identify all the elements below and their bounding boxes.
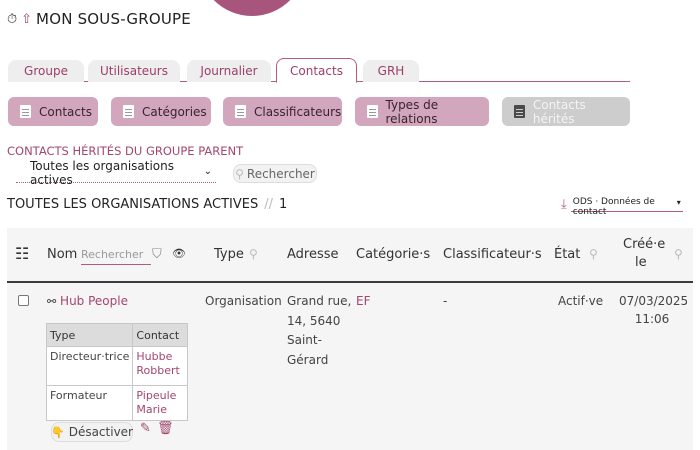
delete-trash-icon[interactable]: 🗑 [157, 421, 174, 436]
document-icon [367, 105, 378, 118]
relation-type: Formateur [45, 385, 134, 421]
name-search-input[interactable]: Rechercher [81, 246, 151, 265]
subtab-label: Contacts hérités [532, 97, 586, 126]
address-line: 14, 5640 [287, 313, 341, 328]
column-categories[interactable]: Catégorie·s [356, 247, 430, 262]
header-decoration [198, 0, 306, 16]
classifier-value: - [443, 294, 448, 308]
search-icon[interactable]: ⚲ [589, 247, 598, 261]
document-icon [123, 105, 134, 118]
title-row: ⏱ ⇧ MON SOUS-GROUPE [7, 10, 191, 28]
column-nom[interactable]: Nom [47, 247, 77, 262]
tab-grh[interactable]: GRH [363, 60, 419, 82]
subtab-types-relations[interactable]: Types de relations [355, 97, 489, 126]
column-cree-label: Créé·e [623, 237, 666, 252]
hand-pointer-icon: 👇 [51, 425, 65, 439]
contact-line: Pipeule Marie [136, 389, 177, 416]
download-icon[interactable]: ⤓ [561, 197, 567, 212]
search-icon[interactable]: ⚲ [674, 247, 683, 261]
organization-select[interactable]: Toutes les organisations actives ⌄ [16, 159, 216, 187]
subtab-label: Contacts [39, 104, 92, 119]
state-value: Actif·ve [558, 294, 604, 308]
anchor-icon: ⇧ [21, 11, 33, 27]
row-checkbox[interactable] [18, 295, 29, 306]
results-summary: TOUTES LES ORGANISATIONS ACTIVES // 1 [7, 197, 287, 212]
category-link[interactable]: EF [356, 292, 370, 310]
org-name-link[interactable]: Hub People [60, 294, 128, 308]
org-type: Organisation [205, 294, 282, 308]
export-area: ⤓ ODS · Données de contact ▾ [561, 197, 683, 217]
created-datetime: 07/03/2025 11:06 [619, 292, 689, 328]
created-time: 11:06 [634, 312, 670, 326]
relation-contact-link[interactable]: Pipeule Marie [132, 385, 188, 421]
column-type[interactable]: Type [214, 247, 244, 262]
export-format-select[interactable]: ODS · Données de contact ▾ [570, 197, 683, 217]
relation-contact-link[interactable]: Hubbe Robbert [132, 346, 188, 386]
export-format-value: ODS · Données de contact [572, 197, 655, 217]
deactivate-label: Désactiver [68, 425, 133, 439]
chevron-down-icon: ⌄ [203, 166, 212, 177]
results-count: 1 [279, 197, 288, 212]
org-address: Grand rue, 14, 5640 Saint- Gérard [287, 292, 351, 370]
column-adresse[interactable]: Adresse [287, 247, 339, 262]
subtab-label: Types de relations [385, 97, 439, 126]
contact-line: Robbert [136, 364, 180, 377]
visibility-icon[interactable]: 👁 [172, 247, 186, 260]
organization-select-value: Toutes les organisations actives [30, 159, 174, 187]
edit-pencil-icon[interactable]: ✎ [140, 421, 151, 436]
address-line: Saint- [287, 333, 322, 347]
relations-header-contact: Contact [132, 323, 188, 347]
subtab-label: Classificateurs [254, 104, 342, 119]
relations-header-type: Type [45, 323, 134, 347]
column-classificateurs[interactable]: Classificateur·s [443, 247, 542, 262]
relations-table: Type Contact Directeur·trice Hubbe Robbe… [45, 323, 188, 421]
column-cree-le[interactable]: Créé·e [623, 237, 665, 252]
stopwatch-icon: ⏱ [7, 11, 18, 27]
relation-type: Directeur·trice [45, 346, 134, 386]
created-date: 07/03/2025 [619, 294, 689, 308]
table-row: Directeur·trice Hubbe Robbert [45, 346, 188, 386]
chevron-down-icon: ▾ [676, 198, 681, 207]
contact-line: Hubbe [136, 350, 173, 363]
subtab-classificateurs[interactable]: Classificateurs [223, 97, 342, 126]
main-tabs: Groupe Utilisateurs Journalier Contacts … [8, 58, 630, 83]
subtab-categories[interactable]: Catégories [111, 97, 211, 126]
results-separator: // [264, 197, 273, 212]
table-header: ☷ Nom Rechercher ⛉ 👁 Type ⚲ Adresse Caté… [7, 228, 693, 283]
hierarchy-icon: ⚯ [47, 295, 57, 308]
tab-journalier[interactable]: Journalier [187, 60, 271, 82]
deactivate-button[interactable]: 👇 Désactiver [51, 422, 133, 442]
contacts-table: ☷ Nom Rechercher ⛉ 👁 Type ⚲ Adresse Caté… [7, 228, 693, 450]
document-icon [20, 105, 31, 118]
section-label: CONTACTS HÉRITÉS DU GROUPE PARENT [7, 144, 244, 158]
subtab-label: Catégories [142, 104, 207, 119]
column-chooser-icon[interactable]: ☷ [15, 244, 29, 263]
results-label: TOUTES LES ORGANISATIONS ACTIVES [7, 197, 259, 212]
tab-utilisateurs[interactable]: Utilisateurs [88, 60, 180, 82]
document-icon [514, 105, 525, 118]
table-row: Formateur Pipeule Marie [45, 385, 188, 421]
search-button-label: Rechercher [246, 166, 315, 181]
filter-icon[interactable]: ⛉ [152, 247, 162, 262]
page-title: MON SOUS-GROUPE [36, 10, 191, 28]
tab-contacts[interactable]: Contacts [276, 58, 357, 83]
org-name-cell: ⚯ Hub People [47, 292, 128, 311]
subtab-contacts-herites: Contacts hérités [502, 97, 630, 126]
column-etat[interactable]: État [554, 247, 580, 262]
search-icon[interactable]: ⚲ [249, 247, 258, 261]
tab-groupe[interactable]: Groupe [8, 60, 84, 82]
column-cree-le-second-line: le [635, 255, 647, 270]
search-button[interactable]: ⚲ Rechercher [233, 164, 317, 183]
address-line: Gérard [287, 352, 329, 367]
subtab-contacts[interactable]: Contacts [8, 97, 98, 126]
document-icon [235, 105, 246, 118]
search-icon: ⚲ [235, 166, 244, 181]
address-line: Grand rue, [287, 294, 352, 308]
